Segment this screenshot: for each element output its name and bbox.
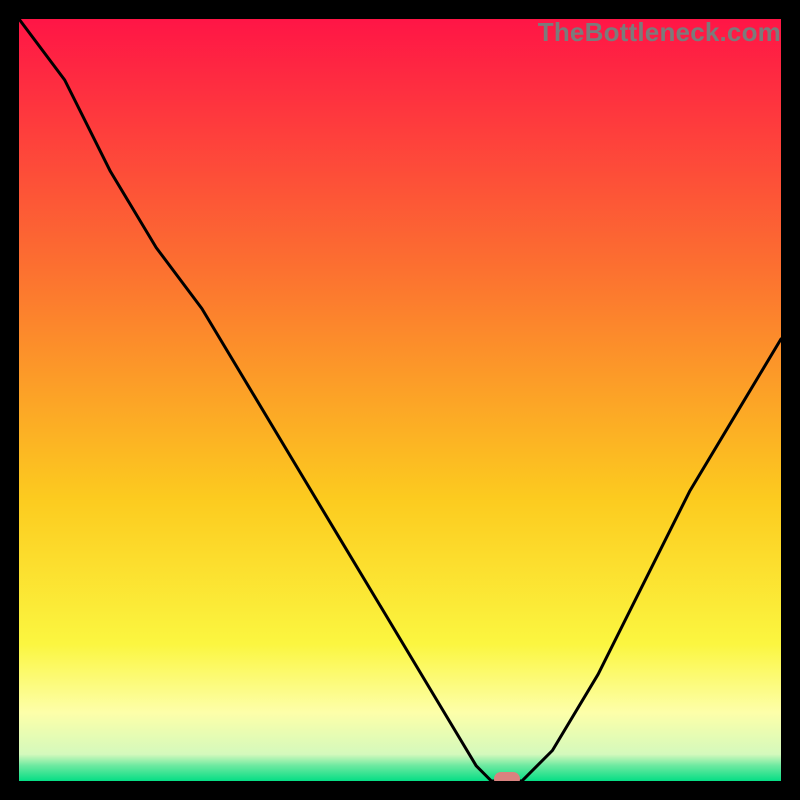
bottleneck-curve: [19, 19, 781, 781]
watermark-text: TheBottleneck.com: [538, 19, 781, 48]
chart-frame: TheBottleneck.com: [0, 0, 800, 800]
optimum-marker: [494, 772, 520, 781]
plot-area: TheBottleneck.com: [19, 19, 781, 781]
